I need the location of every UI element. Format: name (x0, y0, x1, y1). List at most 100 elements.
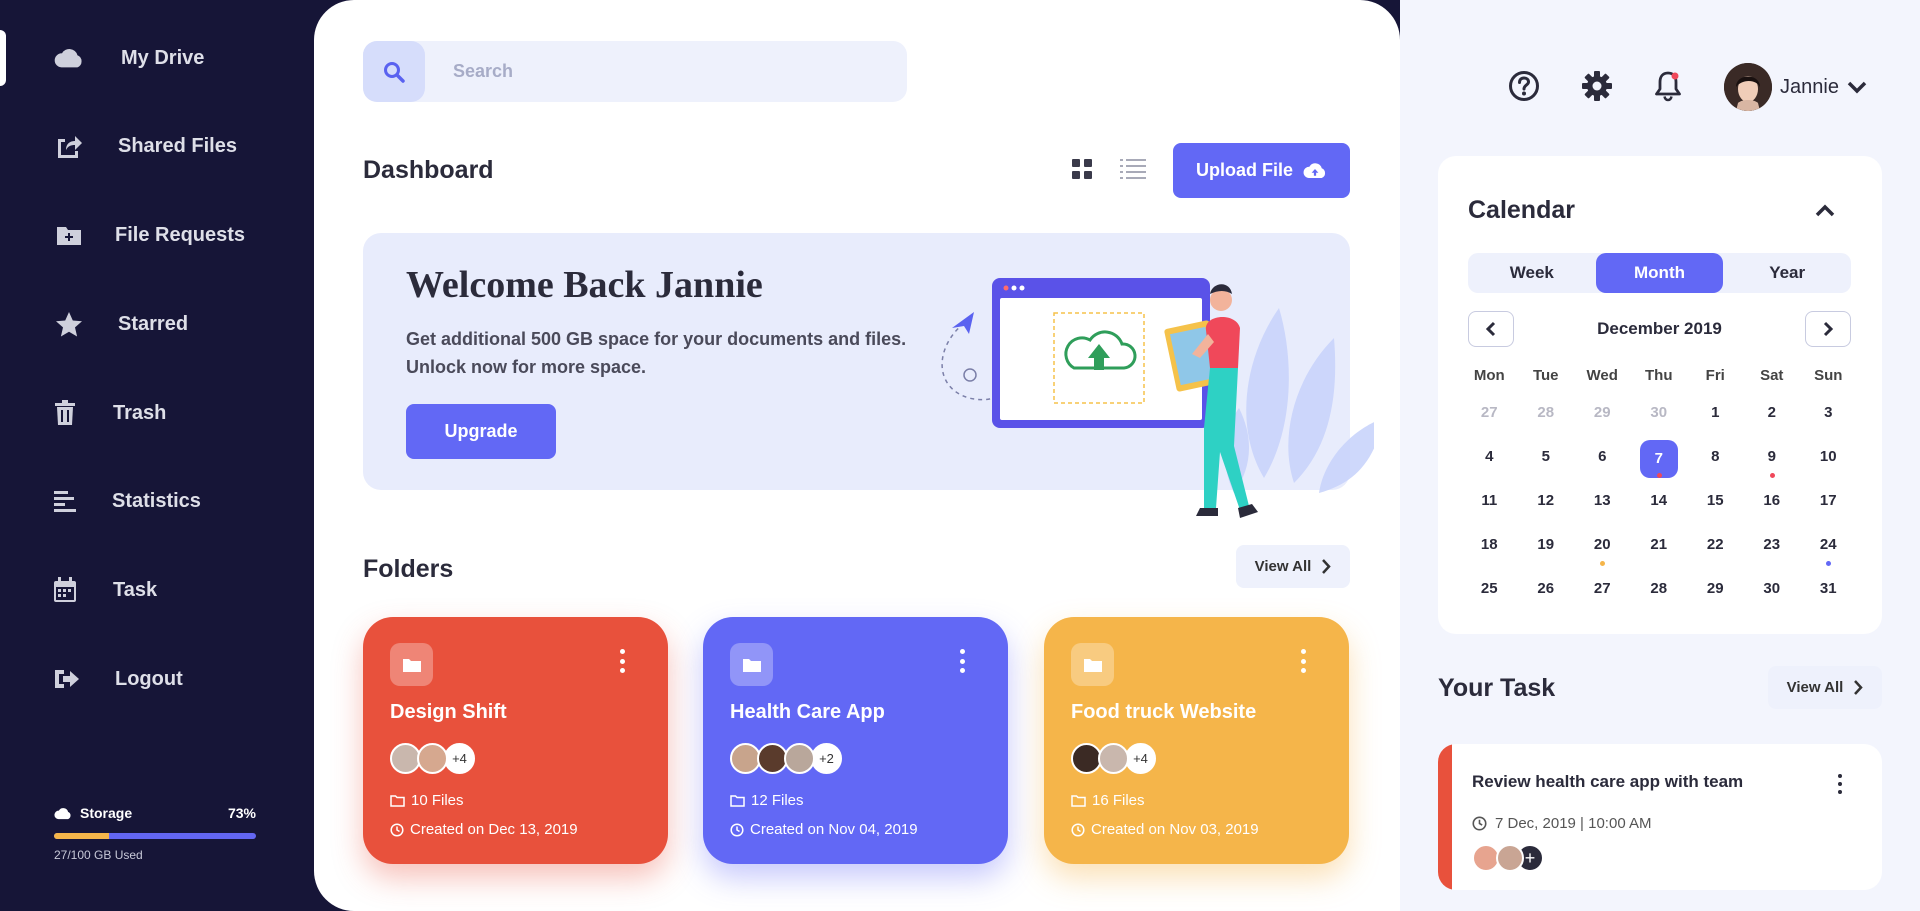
calendar-day[interactable]: 6 (1574, 440, 1631, 474)
sidebar-item-file-requests[interactable]: File Requests (0, 205, 314, 265)
calendar-day[interactable]: 14 (1631, 484, 1688, 518)
calendar-day[interactable]: 29 (1574, 396, 1631, 430)
search-icon (384, 61, 405, 83)
avatar (784, 743, 815, 774)
calendar-day[interactable]: 1 (1687, 396, 1744, 430)
task-card[interactable]: Review health care app with team 7 Dec, … (1438, 744, 1882, 890)
member-avatars: +2 (730, 743, 842, 774)
search-input[interactable] (453, 61, 853, 82)
view-all-label: View All (1254, 558, 1312, 575)
tab-month[interactable]: Month (1595, 253, 1724, 293)
sidebar-item-label: File Requests (115, 223, 246, 246)
calendar-day[interactable]: 30 (1744, 572, 1801, 606)
sidebar-item-label: Trash (113, 401, 167, 424)
calendar-day[interactable]: 8 (1687, 440, 1744, 474)
upload-file-button[interactable]: Upload File (1173, 143, 1350, 198)
tab-week[interactable]: Week (1468, 253, 1596, 293)
calendar-weekday: Tue (1532, 367, 1559, 384)
more-options-icon[interactable] (1298, 649, 1308, 673)
calendar-day[interactable]: 15 (1687, 484, 1744, 518)
calendar-week-row: 18 19 20 21 22 23 24 (1461, 523, 1857, 567)
view-all-label: View All (1786, 679, 1844, 696)
welcome-text-line2: Unlock now for more space. (406, 357, 647, 377)
search-button[interactable] (363, 41, 425, 102)
avatar (417, 743, 448, 774)
sidebar-item-statistics[interactable]: Statistics (0, 471, 314, 531)
sidebar-item-logout[interactable]: Logout (0, 649, 314, 709)
calendar-day[interactable]: 24 (1800, 528, 1857, 566)
folder-card-design-shift[interactable]: Design Shift +4 10 Files Created on Dec … (363, 617, 668, 864)
calendar-day[interactable]: 27 (1461, 396, 1518, 430)
calendar-icon (50, 575, 80, 605)
folders-title: Folders (363, 555, 454, 583)
list-view-icon[interactable] (1120, 158, 1146, 180)
calendar-day[interactable]: 5 (1518, 440, 1575, 474)
sidebar-item-trash[interactable]: Trash (0, 383, 314, 443)
calendar-day[interactable]: 17 (1800, 484, 1857, 518)
folder-card-health-care-app[interactable]: Health Care App +2 12 Files Created on N… (703, 617, 1008, 864)
calendar-day[interactable]: 22 (1687, 528, 1744, 562)
grid-view-icon[interactable] (1071, 158, 1093, 180)
calendar-weekday: Mon (1473, 367, 1505, 384)
calendar-weekday: Sun (1814, 367, 1843, 384)
calendar-day[interactable]: 31 (1800, 572, 1857, 606)
calendar-day[interactable]: 19 (1518, 528, 1575, 562)
calendar-day[interactable]: 26 (1518, 572, 1575, 606)
task-view-all-button[interactable]: View All (1768, 666, 1882, 709)
chevron-down-icon (1847, 81, 1867, 94)
calendar-day[interactable]: 7 (1631, 440, 1688, 478)
calendar-day[interactable]: 4 (1461, 440, 1518, 474)
calendar-day[interactable]: 2 (1744, 396, 1801, 430)
event-dot (1826, 561, 1832, 566)
calendar-day[interactable]: 27 (1574, 572, 1631, 606)
calendar-day[interactable]: 9 (1744, 440, 1801, 478)
calendar-weekday-row: Mon Tue Wed Thu Fri Sat Sun (1461, 361, 1857, 391)
user-menu[interactable]: Jannie (1724, 63, 1867, 111)
calendar-day[interactable]: 29 (1687, 572, 1744, 606)
chevron-up-icon[interactable] (1814, 200, 1836, 222)
calendar-weekday: Fri (1705, 367, 1725, 384)
more-options-icon[interactable] (1835, 774, 1845, 794)
more-members-badge: +2 (811, 743, 842, 774)
calendar-week-row: 11 12 13 14 15 16 17 (1461, 479, 1857, 523)
tab-year[interactable]: Year (1723, 253, 1851, 293)
calendar-day[interactable]: 12 (1518, 484, 1575, 518)
calendar-day[interactable]: 3 (1800, 396, 1857, 430)
calendar-weekday: Wed (1586, 367, 1618, 384)
calendar-day[interactable]: 23 (1744, 528, 1801, 562)
sidebar-item-my-drive[interactable]: My Drive (0, 28, 314, 88)
help-icon[interactable] (1508, 70, 1540, 107)
sidebar-item-shared-files[interactable]: Shared Files (0, 116, 314, 176)
chevron-right-icon (1322, 559, 1332, 574)
calendar-day[interactable]: 13 (1574, 484, 1631, 518)
folders-view-all-button[interactable]: View All (1236, 545, 1350, 588)
calendar-day[interactable]: 30 (1631, 396, 1688, 430)
calendar-day[interactable]: 16 (1744, 484, 1801, 518)
calendar-card: Calendar Week Month Year December 2019 M… (1438, 156, 1882, 634)
calendar-day[interactable]: 28 (1631, 572, 1688, 606)
more-options-icon[interactable] (957, 649, 967, 673)
calendar-day[interactable]: 28 (1518, 396, 1575, 430)
notification-bell-icon[interactable] (1653, 70, 1683, 107)
calendar-day[interactable]: 11 (1461, 484, 1518, 518)
calendar-day[interactable]: 25 (1461, 572, 1518, 606)
calendar-day[interactable]: 18 (1461, 528, 1518, 562)
folder-card-food-truck-website[interactable]: Food truck Website +4 16 Files Created o… (1044, 617, 1349, 864)
settings-gear-icon[interactable] (1581, 70, 1613, 107)
calendar-week-row: 25 26 27 28 29 30 31 (1461, 567, 1857, 611)
avatar (1724, 63, 1772, 111)
calendar-day[interactable]: 10 (1800, 440, 1857, 474)
calendar-title: Calendar (1468, 196, 1575, 224)
main-content: Dashboard Upload File Welcome Back Janni… (314, 0, 1400, 911)
more-options-icon[interactable] (617, 649, 627, 673)
sidebar-item-starred[interactable]: Starred (0, 294, 314, 354)
calendar-next-button[interactable] (1805, 311, 1851, 347)
storage-used-text: 27/100 GB Used (54, 848, 143, 862)
task-name: Review health care app with team (1472, 772, 1744, 791)
sidebar-item-task[interactable]: Task (0, 560, 314, 620)
logout-icon (52, 664, 82, 694)
calendar-day[interactable]: 20 (1574, 528, 1631, 566)
task-member-avatars: + (1472, 844, 1544, 872)
upgrade-button[interactable]: Upgrade (406, 404, 556, 459)
calendar-day[interactable]: 21 (1631, 528, 1688, 562)
